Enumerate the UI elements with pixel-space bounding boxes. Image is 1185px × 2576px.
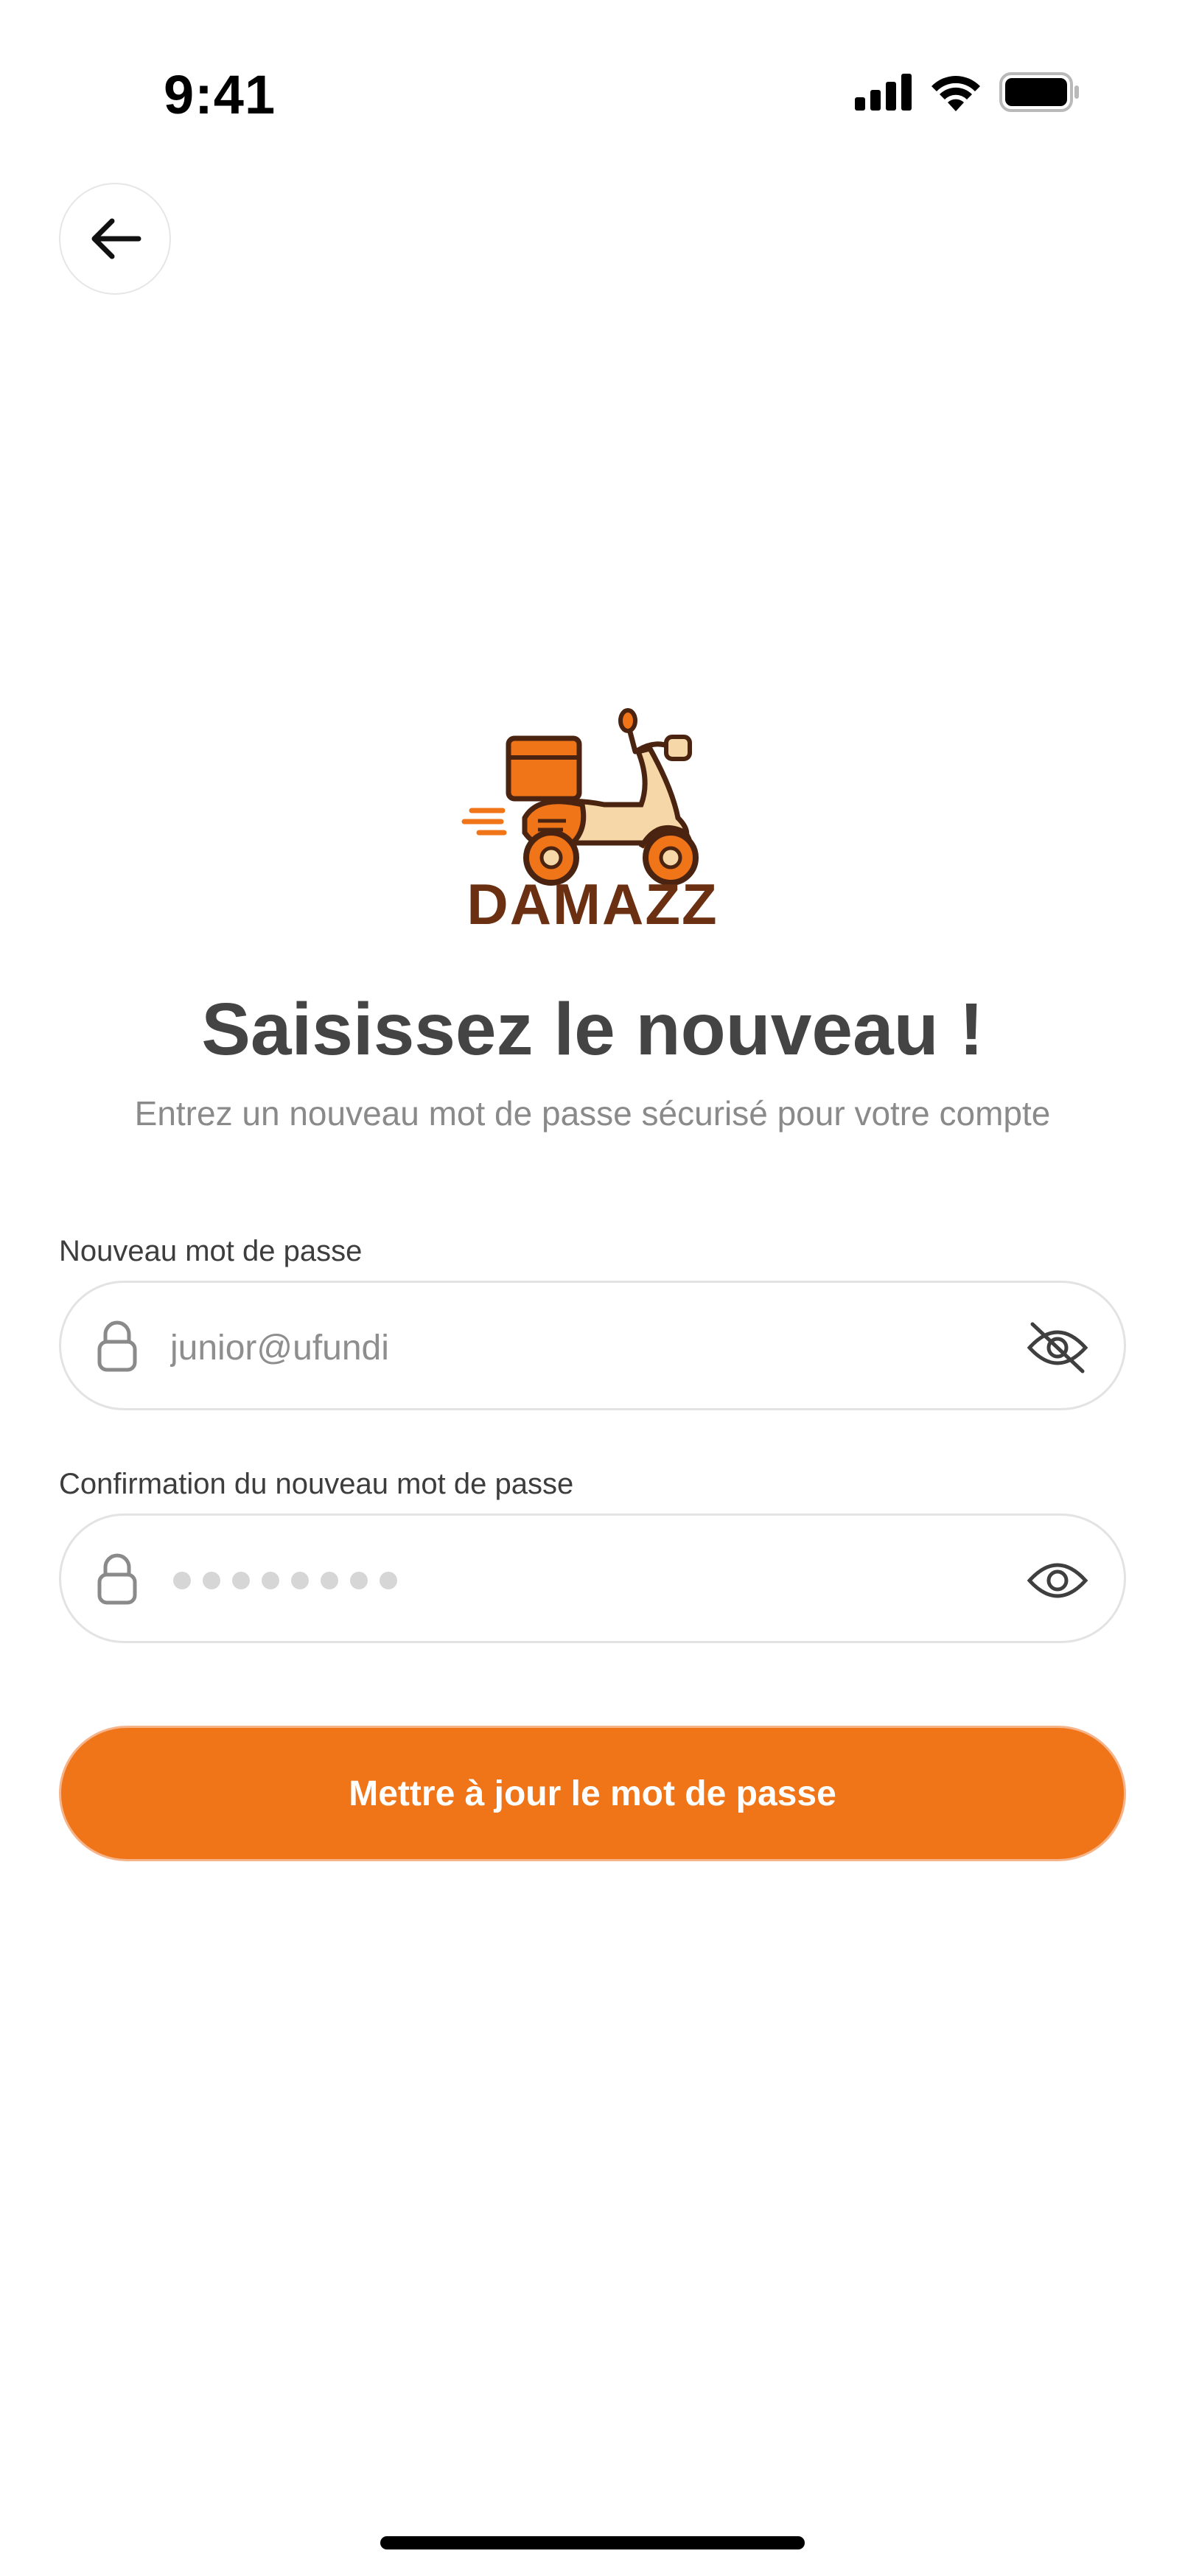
confirm-password-field[interactable] <box>59 1513 1126 1643</box>
password-dot <box>173 1572 191 1589</box>
new-password-field <box>59 1281 1126 1410</box>
lock-icon <box>97 1553 137 1605</box>
home-indicator <box>380 2536 805 2549</box>
eye-off-icon[interactable] <box>1027 1320 1088 1376</box>
password-dot <box>350 1572 368 1589</box>
password-dot <box>291 1572 309 1589</box>
back-button[interactable] <box>59 183 171 295</box>
password-dot <box>203 1572 220 1589</box>
arrow-left-icon <box>91 218 141 259</box>
password-dot <box>232 1572 250 1589</box>
signal-icon <box>855 74 912 111</box>
password-dot <box>380 1572 397 1589</box>
masked-password-dots <box>173 1572 397 1589</box>
eye-icon[interactable] <box>1027 1553 1088 1609</box>
brand-name: DAMAZZ <box>466 872 719 937</box>
battery-icon <box>999 72 1079 112</box>
reset-password-screen: 9:41 DAMAZZ Saisissez le nouveau ! Entre… <box>0 0 1185 2576</box>
new-password-input[interactable] <box>170 1312 981 1383</box>
page-subtitle: Entrez un nouveau mot de passe sécurisé … <box>134 1094 1051 1133</box>
status-time: 9:41 <box>164 64 276 125</box>
lock-icon <box>97 1320 137 1372</box>
status-icons <box>855 72 1080 112</box>
update-password-button[interactable]: Mettre à jour le mot de passe <box>59 1726 1126 1861</box>
page-title: Saisissez le nouveau ! <box>201 988 984 1071</box>
new-password-label: Nouveau mot de passe <box>59 1235 363 1267</box>
password-dot <box>262 1572 279 1589</box>
password-dot <box>321 1572 338 1589</box>
confirm-password-label: Confirmation du nouveau mot de passe <box>59 1468 574 1500</box>
wifi-icon <box>931 76 980 111</box>
